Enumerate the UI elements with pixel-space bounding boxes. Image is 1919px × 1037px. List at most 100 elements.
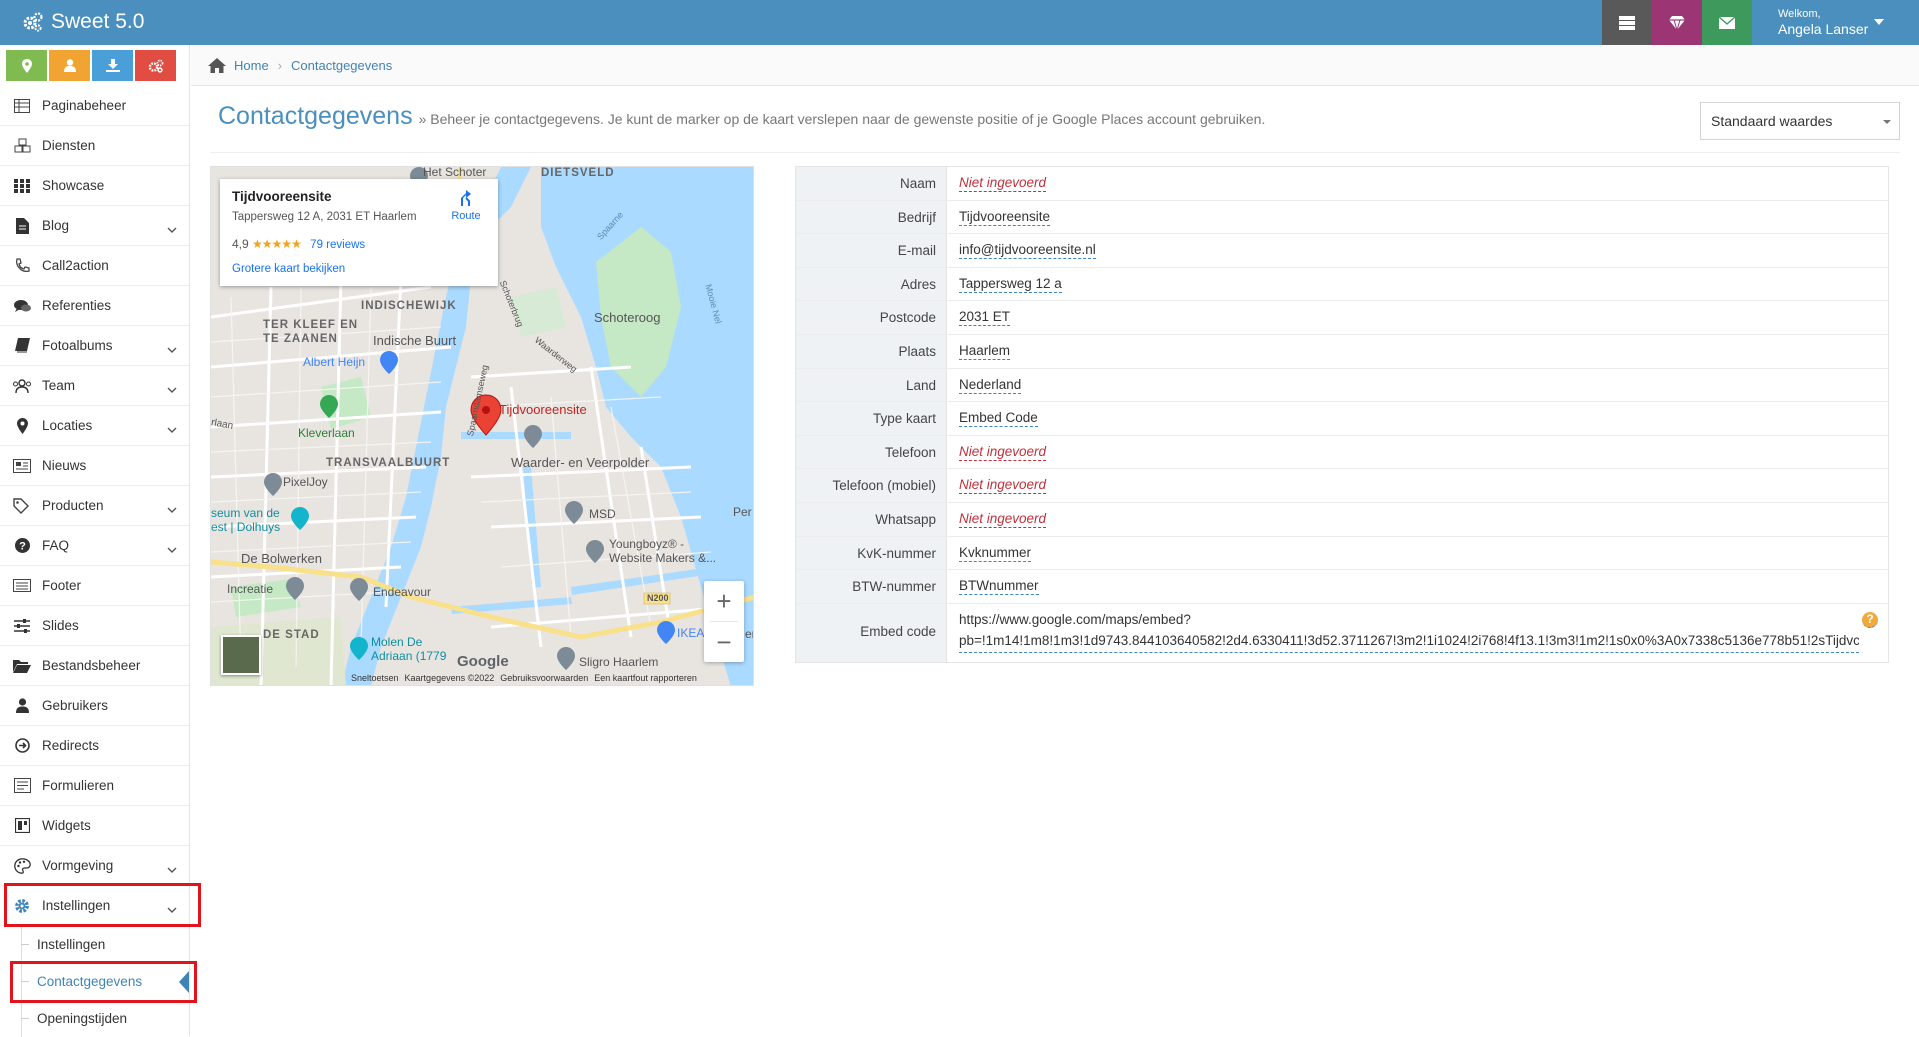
sidebar-item-label: Paginabeheer: [42, 98, 127, 113]
sidebar-item-diensten[interactable]: Diensten: [0, 126, 189, 166]
user-menu[interactable]: Welkom, Angela Lanser: [1757, 0, 1919, 45]
editable-value[interactable]: Niet ingevoerd: [959, 443, 1047, 461]
embed-code-value[interactable]: https://www.google.com/maps/embed? pb=!1m…: [947, 604, 1888, 662]
editable-value[interactable]: Niet ingevoerd: [959, 477, 1047, 495]
file-icon: [12, 216, 32, 236]
sidebar-item-label: Diensten: [42, 138, 96, 153]
sidebar-item-faq[interactable]: ? FAQ: [0, 526, 189, 566]
sidebar-subitem-openingstijden[interactable]: Openingstijden: [0, 1000, 189, 1037]
sidebar-item-blog[interactable]: Blog: [0, 206, 189, 246]
zoom-in-button[interactable]: +: [704, 581, 744, 621]
sidebar-item-footer[interactable]: Footer: [0, 566, 189, 606]
map-label: INDISCHEWIJK: [361, 300, 457, 312]
sidebar-item-redirects[interactable]: Redirects: [0, 726, 189, 766]
map-footer-link[interactable]: Gebruiksvoorwaarden: [500, 673, 588, 683]
submenu-tick: [21, 944, 29, 945]
page-title: Contactgegevens: [218, 102, 413, 130]
quick-settings-button[interactable]: [135, 50, 176, 81]
sidebar-item-label: Vormgeving: [42, 858, 114, 873]
sidebar-item-bestandsbeheer[interactable]: Bestandsbeheer: [0, 646, 189, 686]
editable-value[interactable]: info@tijdvooreensite.nl: [959, 242, 1096, 260]
submenu-tick: [21, 981, 29, 982]
map-label: N200: [647, 593, 669, 603]
divider: [210, 152, 1900, 153]
editable-value[interactable]: Nederland: [959, 376, 1022, 394]
map-footer-link[interactable]: Sneltoetsen: [351, 673, 399, 683]
contact-field-cell: Tijdvooreensite: [947, 201, 1888, 234]
editable-value[interactable]: Embed Code: [959, 410, 1038, 428]
editable-value[interactable]: Kvknummer: [959, 544, 1032, 562]
chevron-down-icon: [167, 341, 177, 356]
sidebar-item-producten[interactable]: Producten: [0, 486, 189, 526]
quick-location-button[interactable]: [6, 50, 47, 81]
zoom-out-button[interactable]: −: [704, 622, 744, 662]
reviews-link[interactable]: 79 reviews: [310, 239, 365, 251]
quick-user-button[interactable]: [49, 50, 90, 81]
server-button[interactable]: [1602, 0, 1652, 45]
contact-field-label: Type kaart: [796, 402, 947, 435]
editable-value[interactable]: Tappersweg 12 a: [959, 275, 1062, 293]
editable-value[interactable]: 2031 ET: [959, 309, 1011, 327]
contact-field-cell: Niet ingevoerd: [947, 436, 1888, 469]
editable-value[interactable]: Niet ingevoerd: [959, 510, 1047, 528]
sidebar-item-vormgeving[interactable]: Vormgeving: [0, 846, 189, 886]
contact-row: BTW-nummer BTWnummer: [796, 570, 1888, 604]
contact-field-label: Whatsapp: [796, 502, 947, 536]
breadcrumb-home-link[interactable]: Home: [234, 58, 269, 73]
bigger-map-link[interactable]: Grotere kaart bekijken: [232, 263, 345, 275]
chevron-down-icon: [167, 541, 177, 556]
contact-field-label: BTW-nummer: [796, 570, 947, 603]
sidebar-item-call2action[interactable]: Call2action: [0, 246, 189, 286]
editable-value[interactable]: BTWnummer: [959, 578, 1039, 596]
sidebar-subitem-instellingen[interactable]: Instellingen: [0, 926, 189, 963]
map-label: PixelJoy: [283, 475, 328, 489]
welcome-label: Welkom,: [1778, 8, 1821, 20]
contact-row: Telefoon (mobiel) Niet ingevoerd: [796, 469, 1888, 503]
sidebar-item-instellingen[interactable]: Instellingen: [0, 886, 189, 926]
sidebar-item-referenties[interactable]: Referenties: [0, 286, 189, 326]
phone-volume-icon: [12, 256, 32, 276]
sidebar-item-nieuws[interactable]: Nieuws: [0, 446, 189, 486]
brand[interactable]: Sweet 5.0: [22, 8, 144, 36]
sidebar-item-slides[interactable]: Slides: [0, 606, 189, 646]
sidebar-item-gebruikers[interactable]: Gebruikers: [0, 686, 189, 726]
map-label: Schoteroog: [594, 310, 661, 325]
editable-value[interactable]: Tijdvooreensite: [959, 208, 1051, 226]
quick-download-button[interactable]: [92, 50, 133, 81]
map-label: Molen De: [371, 635, 423, 649]
gear-icon: [12, 896, 32, 916]
sidebar-item-showcase[interactable]: Showcase: [0, 166, 189, 206]
chevron-down-icon: [167, 501, 177, 516]
sidebar-item-team[interactable]: Team: [0, 366, 189, 406]
route-button[interactable]: Route: [446, 189, 486, 222]
preset-select[interactable]: Standaard waardes: [1700, 102, 1900, 140]
map-embed[interactable]: Het Schoter DIETSVELD INDISCHEWIJK TER K…: [210, 166, 754, 686]
premium-button[interactable]: [1652, 0, 1702, 45]
map-label: Adriaan (1779: [371, 649, 447, 663]
breadcrumb-current-link[interactable]: Contactgegevens: [291, 58, 392, 73]
sidebar-subitem-contactgegevens[interactable]: Contactgegevens: [0, 963, 189, 1000]
embed-code-line: https://www.google.com/maps/embed?: [959, 611, 1191, 627]
caret-down-icon: [1874, 19, 1884, 25]
sidebar-item-locaties[interactable]: Locaties: [0, 406, 189, 446]
sidebar-item-label: Nieuws: [42, 458, 87, 473]
sidebar-item-label: Gebruikers: [42, 698, 109, 713]
map-marker-label: Tijdvooreensite: [499, 402, 587, 417]
sidebar-item-formulieren[interactable]: Formulieren: [0, 766, 189, 806]
contact-row: KvK-nummer Kvknummer: [796, 536, 1888, 571]
sidebar-item-label: Fotoalbums: [42, 338, 113, 353]
satellite-toggle[interactable]: [221, 635, 261, 675]
contact-row: Telefoon Niet ingevoerd: [796, 435, 1888, 470]
contact-field-cell: Niet ingevoerd: [947, 503, 1888, 536]
breadcrumb: Home › Contactgegevens: [191, 45, 1919, 86]
editable-value[interactable]: Niet ingevoerd: [959, 175, 1047, 192]
sidebar-item-widgets[interactable]: Widgets: [0, 806, 189, 846]
messages-button[interactable]: [1702, 0, 1752, 45]
map-footer-link[interactable]: Een kaartfout rapporteren: [594, 673, 697, 683]
breadcrumb-separator: ›: [277, 57, 283, 73]
help-icon[interactable]: ?: [1862, 611, 1878, 628]
editable-value[interactable]: Haarlem: [959, 342, 1011, 360]
sidebar-item-fotoalbums[interactable]: Fotoalbums: [0, 326, 189, 366]
map-label: Per: [733, 505, 752, 519]
sidebar-item-paginabeheer[interactable]: Paginabeheer: [0, 86, 189, 126]
